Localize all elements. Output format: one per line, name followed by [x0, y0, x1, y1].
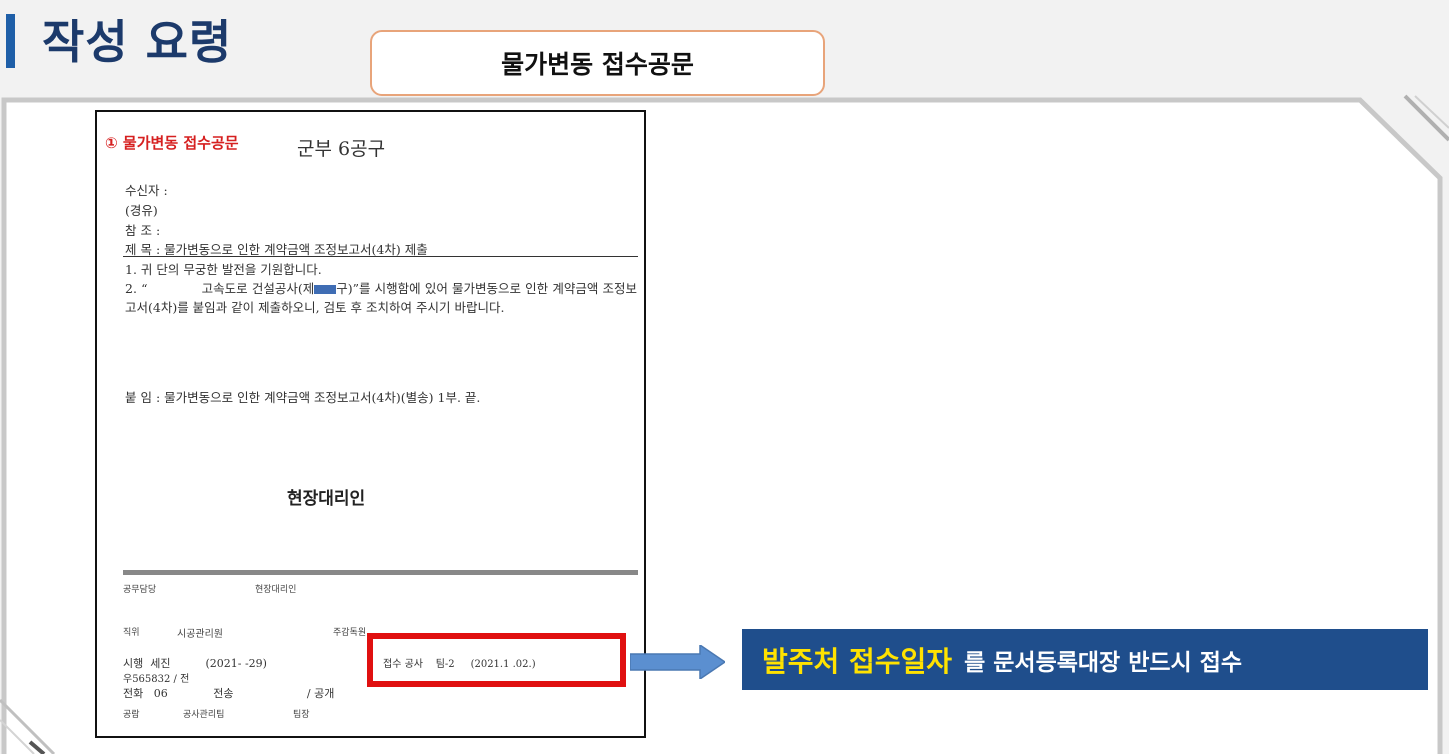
footer-phone: 전화 06 전송 / 공개 [123, 687, 335, 700]
section-tab-label: 물가변동 접수공문 [501, 50, 694, 79]
footer-staff-label: 공무담당 [123, 585, 157, 595]
footer-cooperation-value: 공사관리팀 [183, 710, 225, 720]
document-via: (경유) [125, 203, 158, 218]
document-signature: 현장대리인 [287, 489, 366, 509]
footer-cooperation-label: 공람 [123, 710, 140, 720]
callout-text: 를 문서등록대장 반드시 접수 [964, 649, 1243, 676]
document-header-right: 군부 6공구 [297, 138, 386, 160]
document-body: 1. 귀 단의 무궁한 발전을 기원합니다. 2. “ 고속도로 건설공사(제 구… [125, 260, 637, 317]
arrow-right-icon [630, 645, 725, 679]
document-reference: 참 조 : [125, 223, 161, 238]
page-title: 작성 요령 [42, 15, 233, 69]
section-tab: 물가변동 접수공문 [370, 30, 825, 96]
document-label: ① 물가변동 접수공문 [105, 134, 239, 152]
document-recipient: 수신자 : [125, 183, 168, 198]
receipt-date-highlight-box [367, 633, 626, 687]
title-accent-bar [6, 14, 15, 68]
redaction-mark [314, 285, 337, 294]
footer-position-label: 직위 [123, 628, 140, 638]
footer-team-leader-label: 팀장 [293, 710, 310, 720]
document-attachment: 붙 임 : 물가변동으로 인한 계약금액 조정보고서(4차)(별송) 1부. 끝… [125, 390, 481, 405]
document-footer-rule [123, 570, 638, 575]
footer-supervisor-label: 주감독원 [333, 628, 367, 638]
footer-agent-label: 현장대리인 [255, 585, 297, 595]
instruction-callout: 발주처 접수일자 를 문서등록대장 반드시 접수 [742, 629, 1428, 690]
footer-zip: 우565832 / 전 [123, 674, 190, 685]
document-body-line-1: 1. 귀 단의 무궁한 발전을 기원합니다. [125, 262, 322, 277]
footer-enforce: 시행 세진 (2021- -29) [123, 657, 267, 670]
callout-highlight: 발주처 접수일자 [762, 644, 953, 678]
footer-position-value: 시공관리원 [177, 629, 223, 640]
document-body-line-2: 2. “ 고속도로 건설공사(제 구)”를 시행함에 있어 물가변동으로 인한 계… [125, 281, 637, 315]
document-subject-rule [123, 256, 638, 257]
